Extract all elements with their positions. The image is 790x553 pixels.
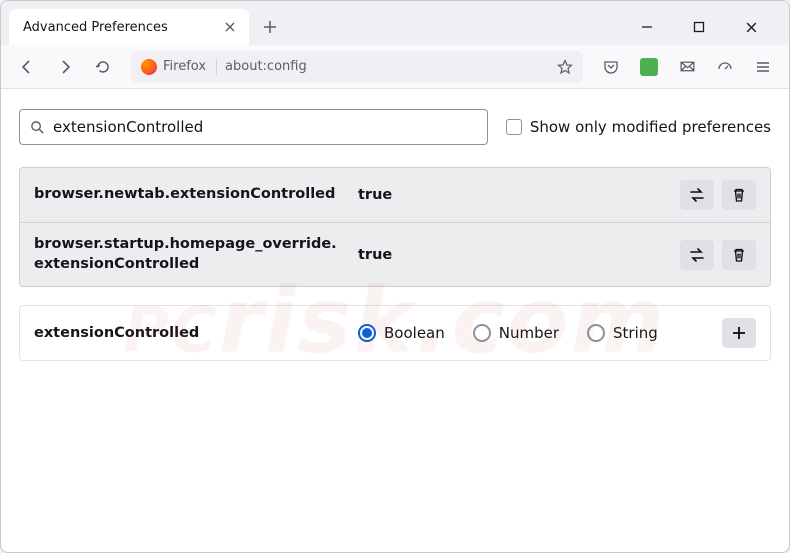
pref-actions — [680, 180, 756, 210]
back-button[interactable] — [11, 51, 43, 83]
radio-string[interactable]: String — [587, 324, 658, 342]
modified-only-checkbox[interactable]: Show only modified preferences — [506, 118, 771, 136]
search-box[interactable] — [19, 109, 488, 145]
browser-tab[interactable]: Advanced Preferences — [9, 9, 249, 45]
nav-toolbar: Firefox about:config — [1, 45, 789, 89]
pref-name[interactable]: browser.newtab.extensionControlled — [34, 185, 344, 205]
search-row: Show only modified preferences — [19, 109, 771, 145]
titlebar: Advanced Preferences — [1, 1, 789, 45]
minimize-button[interactable] — [625, 12, 669, 42]
pref-row: browser.newtab.extensionControlled true — [20, 168, 770, 222]
new-pref-row-container: extensionControlled Boolean Number Strin… — [19, 305, 771, 361]
new-pref-row: extensionControlled Boolean Number Strin… — [20, 306, 770, 360]
toggle-button[interactable] — [680, 180, 714, 210]
pref-value: true — [358, 187, 666, 203]
radio-label: Number — [499, 324, 559, 342]
radio-icon — [473, 324, 491, 342]
preferences-table: browser.newtab.extensionControlled true … — [19, 167, 771, 287]
pref-value: true — [358, 247, 666, 263]
new-pref-name: extensionControlled — [34, 325, 344, 341]
new-tab-button[interactable] — [255, 12, 285, 42]
reload-button[interactable] — [87, 51, 119, 83]
checkbox-icon — [506, 119, 522, 135]
pref-name[interactable]: browser.startup.homepage_override.extens… — [34, 235, 344, 274]
type-options: Boolean Number String — [358, 324, 708, 342]
identity-box[interactable]: Firefox — [141, 59, 217, 75]
delete-button[interactable] — [722, 240, 756, 270]
pref-actions — [680, 240, 756, 270]
delete-button[interactable] — [722, 180, 756, 210]
dashboard-icon[interactable] — [709, 51, 741, 83]
pref-row: browser.startup.homepage_override.extens… — [20, 222, 770, 286]
mail-icon[interactable] — [671, 51, 703, 83]
identity-label: Firefox — [163, 59, 206, 74]
search-icon — [30, 120, 45, 135]
menu-button[interactable] — [747, 51, 779, 83]
search-input[interactable] — [53, 118, 477, 136]
url-text: about:config — [225, 59, 549, 74]
radio-label: String — [613, 324, 658, 342]
extension-icon[interactable] — [633, 51, 665, 83]
radio-boolean[interactable]: Boolean — [358, 324, 445, 342]
firefox-icon — [141, 59, 157, 75]
url-bar[interactable]: Firefox about:config — [131, 51, 583, 83]
close-tab-icon[interactable] — [219, 16, 241, 38]
pocket-icon[interactable] — [595, 51, 627, 83]
close-window-button[interactable] — [729, 12, 773, 42]
maximize-button[interactable] — [677, 12, 721, 42]
radio-number[interactable]: Number — [473, 324, 559, 342]
content-area: Show only modified preferences browser.n… — [1, 89, 789, 381]
bookmark-star-icon[interactable] — [557, 59, 573, 75]
checkbox-label: Show only modified preferences — [530, 118, 771, 136]
radio-icon — [587, 324, 605, 342]
radio-icon — [358, 324, 376, 342]
window-controls — [625, 12, 781, 42]
forward-button[interactable] — [49, 51, 81, 83]
add-button[interactable] — [722, 318, 756, 348]
radio-label: Boolean — [384, 324, 445, 342]
tab-title: Advanced Preferences — [23, 20, 211, 35]
browser-window: Advanced Preferences — [0, 0, 790, 553]
toggle-button[interactable] — [680, 240, 714, 270]
